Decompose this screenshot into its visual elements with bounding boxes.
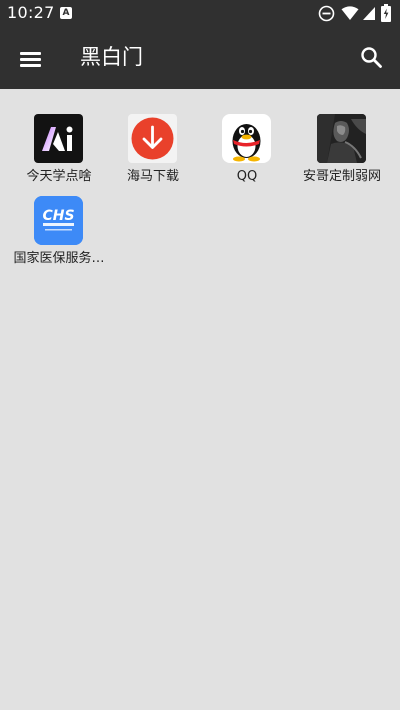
download-arrow-icon [128, 114, 177, 163]
search-icon [361, 47, 382, 68]
qq-penguin-icon [222, 114, 271, 163]
app-tile-qq[interactable]: QQ [198, 89, 296, 184]
app-label: QQ [236, 169, 258, 184]
dark-photo-icon [317, 114, 366, 163]
battery-charging-icon [381, 4, 391, 22]
app-tile-ange-weak-network[interactable]: 安哥定制弱网 [293, 89, 391, 184]
signal-icon [363, 7, 375, 20]
wifi-icon [341, 6, 359, 20]
app-tile-jintianxuedianha[interactable]: 今天学点啥 [10, 89, 108, 184]
app-label: 海马下载 [126, 169, 179, 184]
app-bar: 黑白门 [0, 27, 400, 89]
status-bar: 10:27 A [0, 0, 400, 27]
a-letter-icon: A [60, 7, 72, 19]
chs-logo-icon: CHS [34, 196, 83, 245]
page-title: 黑白门 [80, 45, 143, 69]
do-not-disturb-icon [318, 5, 335, 22]
app-tile-haima-download[interactable]: 海马下载 [104, 89, 202, 184]
svg-text:CHS: CHS [42, 208, 74, 224]
app-tile-national-medical-insurance[interactable]: CHS 国家医保服务… [10, 171, 108, 266]
search-button[interactable] [358, 44, 386, 72]
ai-logo-icon [34, 114, 83, 163]
menu-button[interactable] [16, 44, 46, 74]
status-time: 10:27 [7, 3, 55, 22]
app-label: 安哥定制弱网 [302, 169, 381, 184]
app-label: 国家医保服务… [13, 251, 105, 266]
